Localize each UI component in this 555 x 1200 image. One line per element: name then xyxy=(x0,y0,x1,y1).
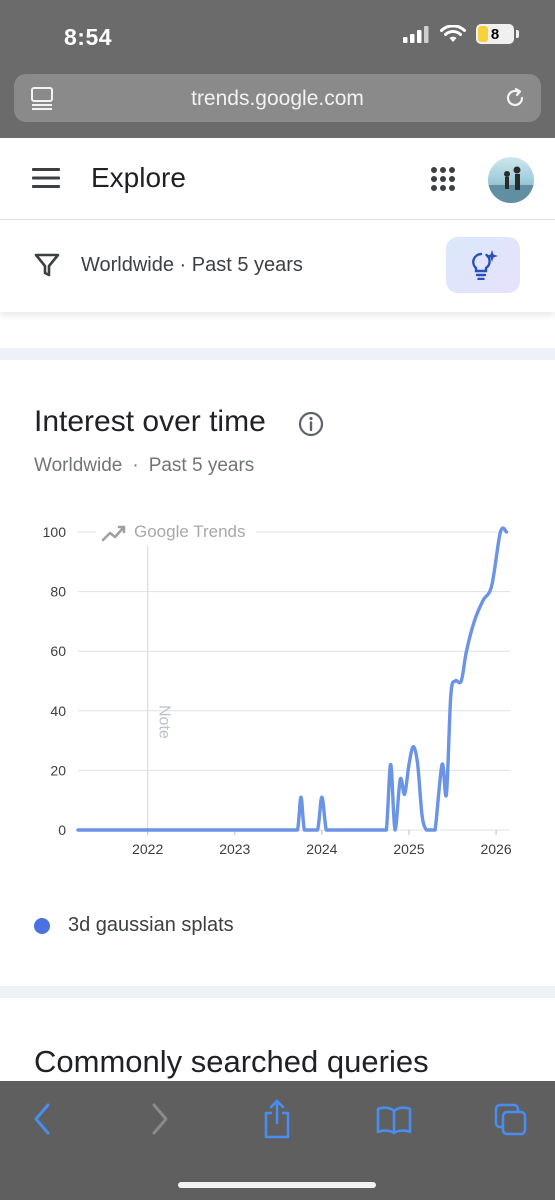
google-trends-watermark: Google Trends xyxy=(96,518,256,546)
battery-level: 8 xyxy=(490,25,500,43)
apps-grid-icon[interactable] xyxy=(430,166,456,192)
status-time: 8:54 xyxy=(64,24,113,50)
reload-icon[interactable] xyxy=(503,86,527,110)
x-tick-label: 2023 xyxy=(219,841,250,857)
filter-bar: Worldwide · Past 5 years xyxy=(0,220,555,312)
status-bar: 8:54 8 xyxy=(0,0,555,72)
app-header: Explore xyxy=(0,138,555,220)
ai-suggestions-button[interactable] xyxy=(446,237,520,293)
info-icon[interactable] xyxy=(298,411,324,437)
watermark-text: Google Trends xyxy=(134,522,246,541)
subtitle-separator: · xyxy=(132,455,139,476)
tabs-icon[interactable] xyxy=(494,1103,528,1137)
forward-icon[interactable] xyxy=(148,1101,172,1137)
lightbulb-sparkle-icon xyxy=(472,250,498,280)
x-tick-label: 2022 xyxy=(132,841,163,857)
status-icons: 8 xyxy=(402,24,519,44)
card-title: Interest over time xyxy=(34,405,266,438)
x-tick-label: 2026 xyxy=(480,841,511,857)
url-text[interactable]: trends.google.com xyxy=(14,87,541,111)
share-icon[interactable] xyxy=(262,1099,292,1139)
subtitle-region: Worldwide xyxy=(34,455,123,476)
interest-chart: 0 20 40 60 80 100 Note Google Trends 2022 2023 202… xyxy=(43,518,512,857)
home-indicator xyxy=(178,1182,376,1188)
x-tick-label: 2025 xyxy=(393,841,424,857)
cellular-signal-icon xyxy=(403,26,429,43)
series-line-0 xyxy=(76,526,509,832)
avatar[interactable] xyxy=(488,157,534,203)
filter-icon[interactable] xyxy=(34,252,60,278)
legend-dot xyxy=(34,917,50,934)
y-tick-label: 20 xyxy=(50,762,66,778)
y-tick-label: 80 xyxy=(50,584,66,600)
card-subtitle: Worldwide · Past 5 years xyxy=(34,455,254,477)
legend-label: 3d gaussian splats xyxy=(68,914,234,936)
browser-chrome: trends.google.com xyxy=(0,72,555,138)
y-tick-label: 40 xyxy=(50,703,66,719)
section-divider xyxy=(0,348,555,360)
chart-legend: 3d gaussian splats xyxy=(34,914,234,937)
y-tick-label: 100 xyxy=(43,524,67,540)
section-title-queries: Commonly searched queries xyxy=(34,1044,429,1079)
bookmarks-icon[interactable] xyxy=(376,1105,412,1135)
y-tick-label: 0 xyxy=(58,822,66,838)
x-tick-label: 2024 xyxy=(306,841,337,857)
note-label: Note xyxy=(156,705,173,739)
subtitle-period: Past 5 years xyxy=(148,455,255,476)
back-icon[interactable] xyxy=(30,1101,54,1137)
filter-summary[interactable]: Worldwide · Past 5 years xyxy=(81,254,303,277)
wifi-icon xyxy=(440,25,466,42)
battery-icon: 8 xyxy=(476,24,514,44)
page-title: Explore xyxy=(91,162,186,193)
section-divider-2 xyxy=(0,986,555,998)
y-tick-label: 60 xyxy=(50,643,66,659)
menu-icon[interactable] xyxy=(32,168,60,188)
url-bar[interactable]: trends.google.com xyxy=(14,74,541,122)
